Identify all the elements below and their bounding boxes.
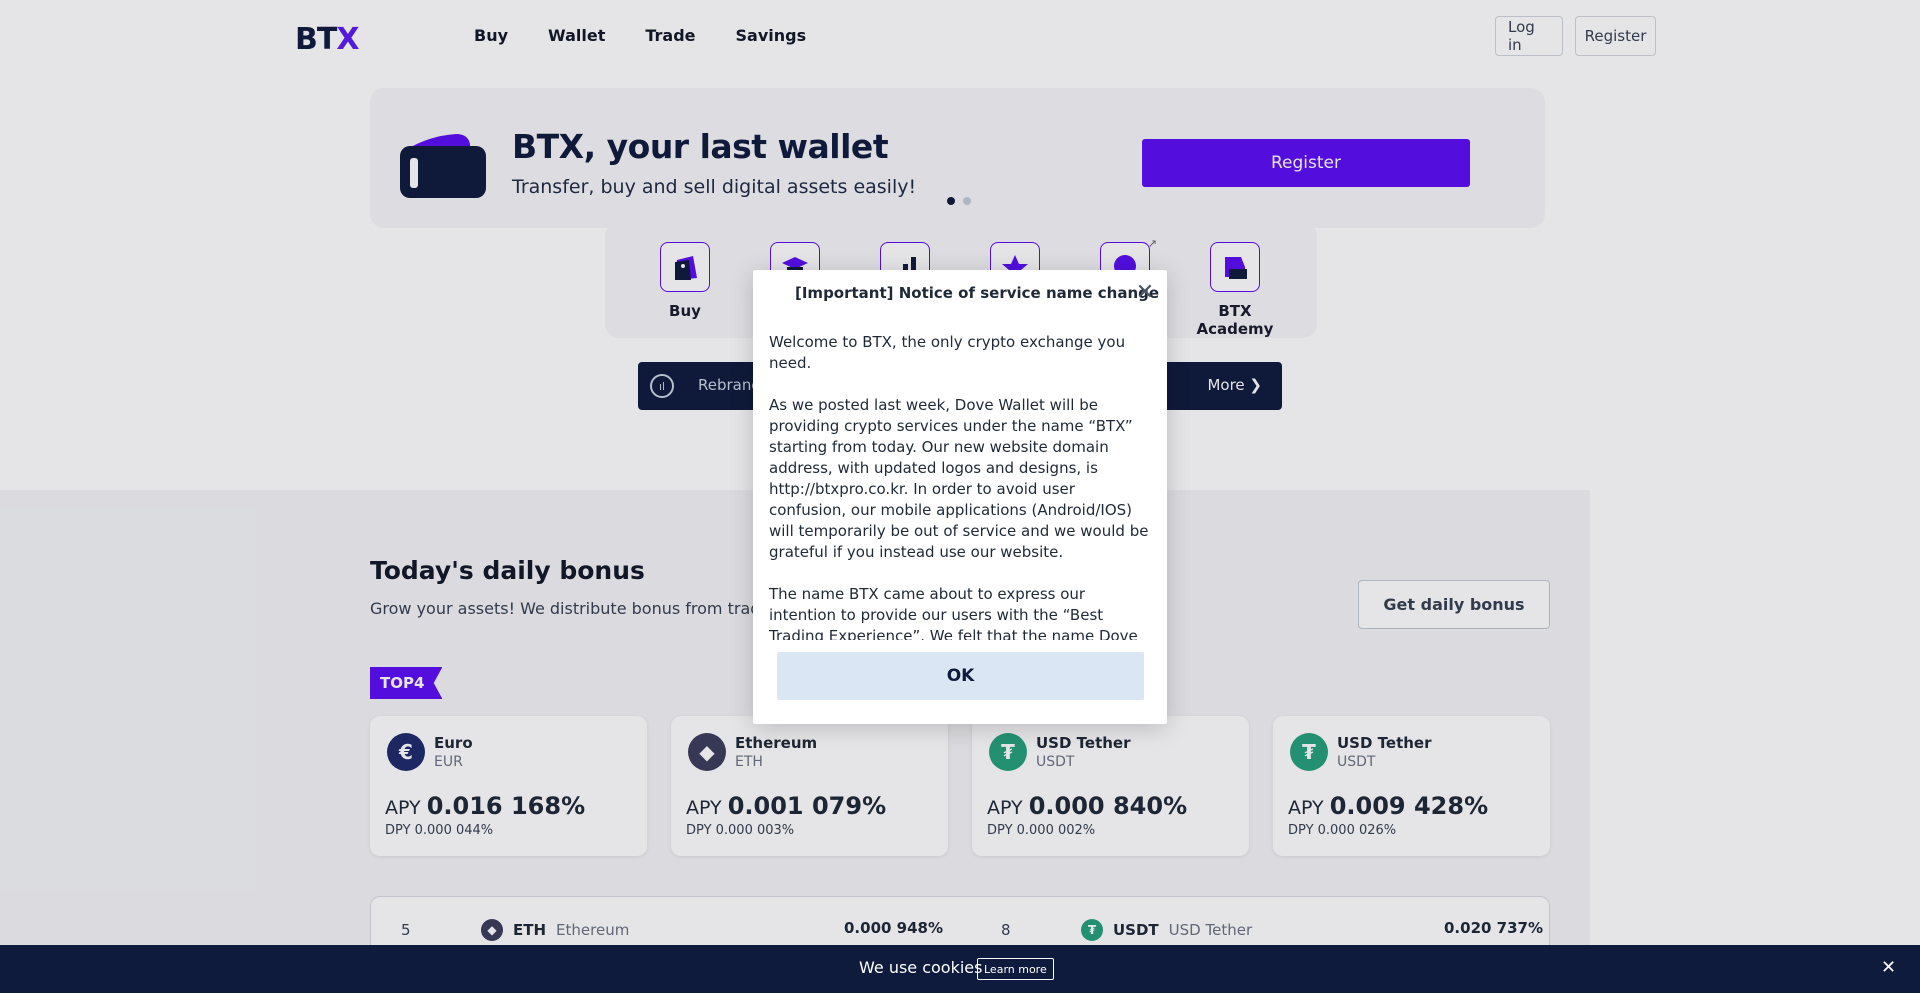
modal-paragraph: As we posted last week, Dove Wallet will… [769,396,1149,561]
modal-body[interactable]: Welcome to BTX, the only crypto exchange… [769,332,1155,640]
ok-button[interactable]: OK [777,652,1144,700]
notice-modal: [Important] Notice of service name chang… [753,270,1167,724]
cookie-bar: We use cookies Learn more ✕ [0,945,1920,993]
modal-paragraph: The name BTX came about to express our i… [769,585,1138,640]
close-icon[interactable]: ✕ [1134,282,1156,305]
close-icon[interactable]: ✕ [1881,957,1896,978]
cookie-text: We use cookies [859,958,983,977]
modal-paragraph: Welcome to BTX, the only crypto exchange… [769,333,1126,372]
learn-more-button[interactable]: Learn more [977,958,1054,980]
modal-title: [Important] Notice of service name chang… [795,284,1160,302]
